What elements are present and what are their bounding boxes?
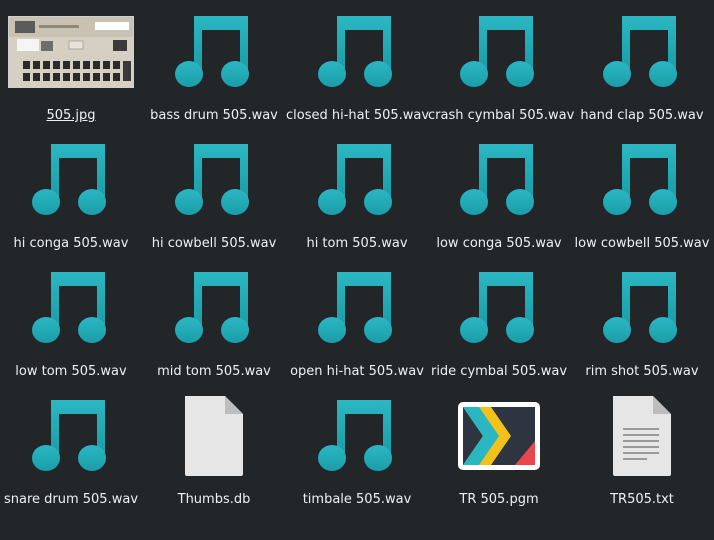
file-name-label: 505.jpg (46, 108, 96, 123)
audio-file-icon (571, 138, 713, 222)
file-item-open-hi-hat-505-wav[interactable]: open hi-hat 505.wav (286, 256, 428, 384)
file-icon-grid: 505.jpg bass drum 505.wav closed hi-hat … (0, 0, 714, 540)
file-name-label: hi conga 505.wav (13, 236, 129, 251)
file-name-label: low cowbell 505.wav (574, 236, 710, 251)
file-name-label: closed hi-hat 505.wav (286, 108, 430, 123)
file-name-label: snare drum 505.wav (3, 492, 139, 507)
file-name-label: mid tom 505.wav (157, 364, 271, 379)
file-name-label: open hi-hat 505.wav (290, 364, 424, 379)
tr505-photo-thumbnail (8, 16, 134, 88)
file-item-hi-cowbell-505-wav[interactable]: hi cowbell 505.wav (143, 128, 285, 256)
file-item-hi-tom-505-wav[interactable]: hi tom 505.wav (286, 128, 428, 256)
blank-document-icon (143, 394, 285, 478)
file-item-tr505-txt[interactable]: TR505.txt (571, 384, 713, 512)
audio-file-icon (286, 138, 428, 222)
image-thumbnail-icon (0, 10, 142, 94)
audio-file-icon (428, 10, 570, 94)
file-name-label: low conga 505.wav (436, 236, 562, 251)
file-item-mid-tom-505-wav[interactable]: mid tom 505.wav (143, 256, 285, 384)
file-item-thumbs-db[interactable]: Thumbs.db (143, 384, 285, 512)
audio-file-icon (286, 266, 428, 350)
file-item-ride-cymbal-505-wav[interactable]: ride cymbal 505.wav (428, 256, 570, 384)
file-item-hi-conga-505-wav[interactable]: hi conga 505.wav (0, 128, 142, 256)
file-name-label: timbale 505.wav (302, 492, 412, 507)
file-name-label: TR 505.pgm (459, 492, 539, 507)
audio-file-icon (571, 266, 713, 350)
audio-file-icon (0, 138, 142, 222)
audio-file-icon (286, 10, 428, 94)
audio-file-icon (286, 394, 428, 478)
file-name-label: low tom 505.wav (15, 364, 127, 379)
file-name-label: rim shot 505.wav (585, 364, 699, 379)
file-name-label: hi tom 505.wav (306, 236, 408, 251)
audio-file-icon (143, 10, 285, 94)
audio-file-icon (143, 266, 285, 350)
text-document-icon (571, 394, 713, 478)
file-item-crash-cymbal-505-wav[interactable]: crash cymbal 505.wav (428, 0, 575, 128)
file-item-505-jpg[interactable]: 505.jpg (0, 0, 142, 128)
kdenlive-project-icon (428, 394, 570, 478)
file-name-label: hi cowbell 505.wav (151, 236, 277, 251)
file-name-label: bass drum 505.wav (150, 108, 278, 123)
audio-file-icon (0, 266, 142, 350)
audio-file-icon (428, 266, 570, 350)
file-item-timbale-505-wav[interactable]: timbale 505.wav (286, 384, 428, 512)
audio-file-icon (428, 138, 570, 222)
file-item-snare-drum-505-wav[interactable]: snare drum 505.wav (0, 384, 142, 512)
audio-file-icon (143, 138, 285, 222)
file-item-rim-shot-505-wav[interactable]: rim shot 505.wav (571, 256, 713, 384)
file-item-tr-505-pgm[interactable]: TR 505.pgm (428, 384, 570, 512)
file-item-hand-clap-505-wav[interactable]: hand clap 505.wav (571, 0, 713, 128)
audio-file-icon (571, 10, 713, 94)
file-name-label: ride cymbal 505.wav (430, 364, 568, 379)
audio-file-icon (0, 394, 142, 478)
file-item-closed-hi-hat-505-wav[interactable]: closed hi-hat 505.wav (286, 0, 430, 128)
file-item-low-cowbell-505-wav[interactable]: low cowbell 505.wav (571, 128, 713, 256)
file-name-label: Thumbs.db (177, 492, 251, 507)
file-item-low-conga-505-wav[interactable]: low conga 505.wav (428, 128, 570, 256)
file-name-label: hand clap 505.wav (580, 108, 704, 123)
file-name-label: crash cymbal 505.wav (428, 108, 575, 123)
file-item-bass-drum-505-wav[interactable]: bass drum 505.wav (143, 0, 285, 128)
file-item-low-tom-505-wav[interactable]: low tom 505.wav (0, 256, 142, 384)
file-name-label: TR505.txt (610, 492, 674, 507)
